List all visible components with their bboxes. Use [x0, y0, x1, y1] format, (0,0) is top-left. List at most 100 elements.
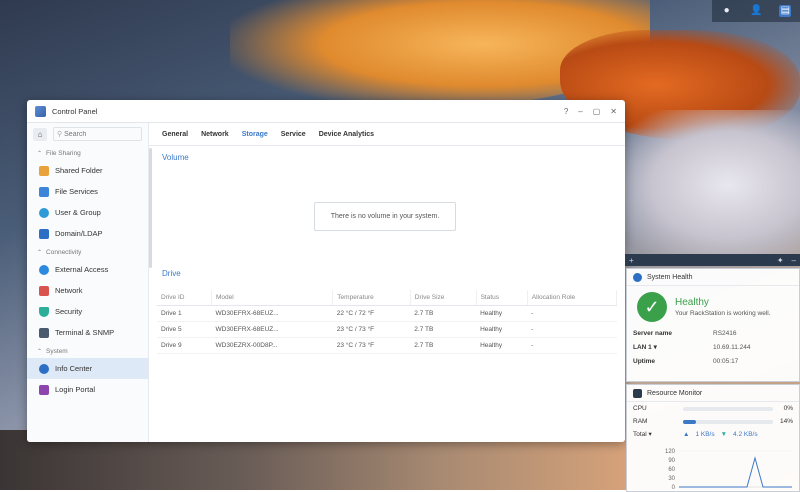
- upload-icon: ▲: [683, 430, 690, 438]
- sidebar-item-network[interactable]: Network: [27, 280, 148, 301]
- status-cell: Healthy: [476, 337, 528, 354]
- health-message: Your RackStation is working well.: [675, 310, 771, 317]
- chevron-up-icon: ⌃: [37, 349, 43, 355]
- control-panel-icon: [35, 105, 46, 117]
- window-titlebar[interactable]: Control Panel ? – ▢ ✕: [27, 100, 625, 123]
- sidebar-item-external-access[interactable]: External Access: [27, 259, 148, 280]
- sidebar-item-domain-ldap[interactable]: Domain/LDAP: [27, 223, 148, 244]
- info-icon: [39, 363, 49, 374]
- top-taskbar: ● 👤 ▤: [712, 0, 800, 22]
- section-connectivity[interactable]: ⌃ Connectivity: [27, 246, 148, 259]
- notification-icon[interactable]: ●: [721, 5, 733, 17]
- globe-icon: [39, 264, 49, 275]
- sidebar-item-shared-folder[interactable]: Shared Folder: [27, 160, 148, 181]
- sidebar-item-login-portal[interactable]: Login Portal: [27, 379, 148, 400]
- wallpaper-shape: [620, 110, 800, 260]
- status-cell: Healthy: [476, 305, 528, 322]
- column-header[interactable]: Allocation Role: [527, 290, 618, 306]
- tab-service[interactable]: Service: [281, 131, 306, 145]
- main-content: General Network Storage Service Device A…: [149, 123, 625, 442]
- column-header[interactable]: Drive ID: [157, 290, 212, 306]
- chart-tick-label: 120: [665, 449, 676, 455]
- size-cell: 2.7 TB: [410, 337, 477, 354]
- resource-monitor-widget: Resource Monitor CPU 0% RAM 14% Total ▾ …: [626, 384, 800, 492]
- chart-tick-label: 60: [668, 467, 675, 473]
- login-portal-icon: [39, 384, 49, 395]
- pin-icon[interactable]: ✦: [777, 256, 784, 265]
- allocation-cell: -: [527, 337, 617, 354]
- temperature-cell: 23 °C / 73 °F: [332, 321, 411, 338]
- drive-id-cell: Drive 1: [157, 305, 212, 322]
- temperature-cell: 22 °C / 72 °F: [332, 305, 411, 322]
- temperature-cell: 23 °C / 73 °F: [332, 337, 411, 354]
- search-input[interactable]: [62, 129, 137, 139]
- terminal-icon: [39, 327, 49, 338]
- ram-bar-fill: [683, 419, 696, 424]
- scrollbar[interactable]: [149, 148, 152, 268]
- model-cell: WD30EFRX-68EUZ...: [211, 321, 333, 338]
- allocation-cell: -: [527, 321, 617, 338]
- table-row[interactable]: Drive 1 WD30EFRX-68EUZ... 22 °C / 72 °F …: [157, 305, 617, 322]
- model-cell: WD30EZRX-00D8P...: [211, 337, 333, 354]
- sidebar: ⌂ ⚲ ⌃File Sharing Shared Folder File Ser…: [27, 123, 149, 442]
- column-header[interactable]: Status: [476, 290, 528, 306]
- server-name-row: Server name RS2416: [633, 329, 737, 337]
- domain-icon: [39, 228, 49, 239]
- tab-network[interactable]: Network: [201, 131, 229, 145]
- system-health-widget: System Health ✓ Healthy Your RackStation…: [626, 268, 800, 382]
- lan-row[interactable]: LAN 1 ▾ 10.69.11.244: [627, 340, 799, 354]
- close-button[interactable]: ✕: [610, 107, 617, 116]
- info-icon: [633, 272, 642, 282]
- chevron-up-icon: ⌃: [37, 250, 43, 256]
- total-dropdown[interactable]: Total ▾: [633, 430, 677, 438]
- section-system[interactable]: ⌃ System: [27, 345, 148, 358]
- network-chart: 120 90 60 30 0: [665, 449, 792, 490]
- ram-value: 14%: [779, 418, 793, 425]
- tab-bar: General Network Storage Service Device A…: [149, 123, 625, 146]
- search-box[interactable]: ⚲: [53, 127, 142, 141]
- home-icon[interactable]: ⌂: [33, 127, 47, 141]
- sidebar-item-security[interactable]: Security: [27, 301, 148, 322]
- cpu-value: 0%: [783, 405, 793, 412]
- sidebar-item-info-center[interactable]: Info Center: [27, 358, 148, 379]
- window-title: Control Panel: [52, 106, 98, 116]
- column-header[interactable]: Temperature: [332, 290, 411, 306]
- tab-general[interactable]: General: [162, 131, 188, 145]
- status-cell: Healthy: [476, 321, 528, 338]
- column-header[interactable]: Drive Size: [410, 290, 477, 306]
- widget-title: System Health: [647, 273, 693, 281]
- drive-id-cell: Drive 5: [157, 321, 212, 338]
- chart-tick-label: 90: [668, 458, 675, 464]
- user-icon[interactable]: 👤: [750, 5, 762, 17]
- table-row[interactable]: Drive 5 WD30EFRX-68EUZ... 23 °C / 73 °F …: [157, 321, 617, 338]
- help-button[interactable]: ?: [564, 107, 568, 116]
- house-icon: [39, 285, 49, 296]
- cpu-label: CPU: [633, 405, 647, 412]
- section-file-sharing[interactable]: ⌃ File Sharing: [27, 147, 148, 160]
- download-rate: 4.2 KB/s: [733, 430, 758, 438]
- maximize-button[interactable]: ▢: [593, 107, 601, 116]
- tab-storage[interactable]: Storage: [242, 131, 268, 145]
- widget-title: Resource Monitor: [647, 389, 703, 397]
- chart-series-line: [679, 456, 792, 488]
- users-icon: [39, 207, 49, 218]
- sidebar-item-terminal-snmp[interactable]: Terminal & SNMP: [27, 322, 148, 343]
- allocation-cell: -: [527, 305, 617, 322]
- chevron-up-icon: ⌃: [37, 151, 43, 157]
- sidebar-item-file-services[interactable]: File Services: [27, 181, 148, 202]
- add-widget-icon[interactable]: +: [629, 256, 634, 265]
- health-status: Healthy: [675, 297, 709, 308]
- size-cell: 2.7 TB: [410, 305, 477, 322]
- column-header[interactable]: Model: [211, 290, 334, 306]
- drive-id-cell: Drive 9: [157, 337, 212, 354]
- sidebar-item-user-group[interactable]: User & Group: [27, 202, 148, 223]
- widget-minimize-icon[interactable]: –: [792, 256, 796, 265]
- table-row[interactable]: Drive 9 WD30EZRX-00D8P... 23 °C / 73 °F …: [157, 337, 617, 354]
- size-cell: 2.7 TB: [410, 321, 477, 338]
- tab-device-analytics[interactable]: Device Analytics: [319, 131, 374, 145]
- checkmark-icon: ✓: [637, 292, 667, 322]
- resource-monitor-icon: [633, 388, 642, 398]
- widgets-icon[interactable]: ▤: [779, 5, 792, 17]
- minimize-button[interactable]: –: [578, 107, 582, 116]
- chart-tick-label: 0: [672, 485, 676, 490]
